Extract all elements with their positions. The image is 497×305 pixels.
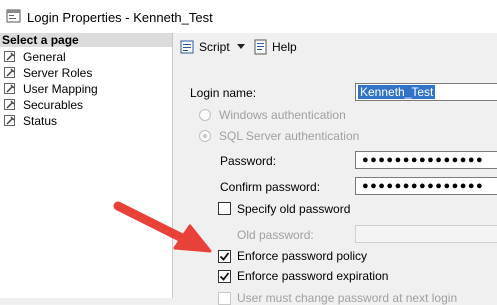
confirm-password-value: ●●●●●●●●●●●●●●● [362,180,485,192]
chevron-down-icon[interactable] [236,44,245,50]
page-label: User Mapping [23,82,98,96]
page-item-server-roles[interactable]: Server Roles [0,65,98,81]
enforce-policy-checkbox[interactable] [218,250,231,263]
page-label: Server Roles [23,66,93,80]
page-item-securables[interactable]: Securables [0,97,98,113]
must-change-checkbox[interactable] [218,292,231,305]
must-change-label: User must change password at next login [237,291,458,305]
password-value: ●●●●●●●●●●●●●●● [362,154,485,166]
help-button[interactable]: Help [253,38,297,56]
help-icon [254,39,267,55]
checkmark-icon [219,252,230,261]
old-password-label: Old password: [237,228,314,242]
page-wrench-icon [4,67,15,78]
page-item-status[interactable]: Status [0,113,98,129]
page-wrench-icon [4,99,15,110]
specify-old-password-label: Specify old password [237,202,351,216]
general-page: Login name: Kenneth_Test Windows authent… [173,68,497,305]
confirm-password-input[interactable]: ●●●●●●●●●●●●●●● [355,177,497,195]
sql-auth-radio[interactable] [199,130,211,142]
windows-auth-radio[interactable] [199,109,211,121]
password-input[interactable]: ●●●●●●●●●●●●●●● [355,151,497,169]
select-page-header: Select a page [0,33,172,47]
old-password-input[interactable] [355,225,497,243]
password-label: Password: [220,154,277,168]
page-wrench-icon [4,115,15,126]
enforce-expiration-checkbox[interactable] [218,270,231,283]
window-title: Login Properties - Kenneth_Test [27,10,213,25]
page-label: General [23,50,66,64]
script-button[interactable]: Script [180,38,245,56]
enforce-expiration-label: Enforce password expiration [237,269,389,283]
page-label: Status [23,114,58,128]
login-name-label: Login name: [190,86,257,100]
page-item-user-mapping[interactable]: User Mapping [0,81,98,97]
select-page-label: Select a page [2,33,79,47]
title-bar: Login Properties - Kenneth_Test [0,0,497,33]
login-name-input[interactable]: Kenneth_Test [355,83,497,101]
login-properties-icon [6,9,21,23]
confirm-password-label: Confirm password: [220,180,321,194]
script-icon [180,40,194,54]
select-page-pane: Select a page General Server Roles User … [0,33,172,298]
page-item-general[interactable]: General [0,49,98,65]
checkmark-icon [219,272,230,281]
script-label: Script [199,40,230,54]
help-label: Help [272,40,297,54]
enforce-policy-label: Enforce password policy [237,249,368,263]
specify-old-password-checkbox[interactable] [218,202,231,215]
login-name-value: Kenneth_Test [358,85,436,99]
page-wrench-icon [4,51,15,62]
page-wrench-icon [4,83,15,94]
sql-auth-label: SQL Server authentication [219,129,360,143]
toolbar: Script Help [173,33,497,61]
page-list: General Server Roles User Mapping Secura… [0,49,98,129]
page-label: Securables [23,98,84,112]
windows-auth-label: Windows authentication [219,108,346,122]
